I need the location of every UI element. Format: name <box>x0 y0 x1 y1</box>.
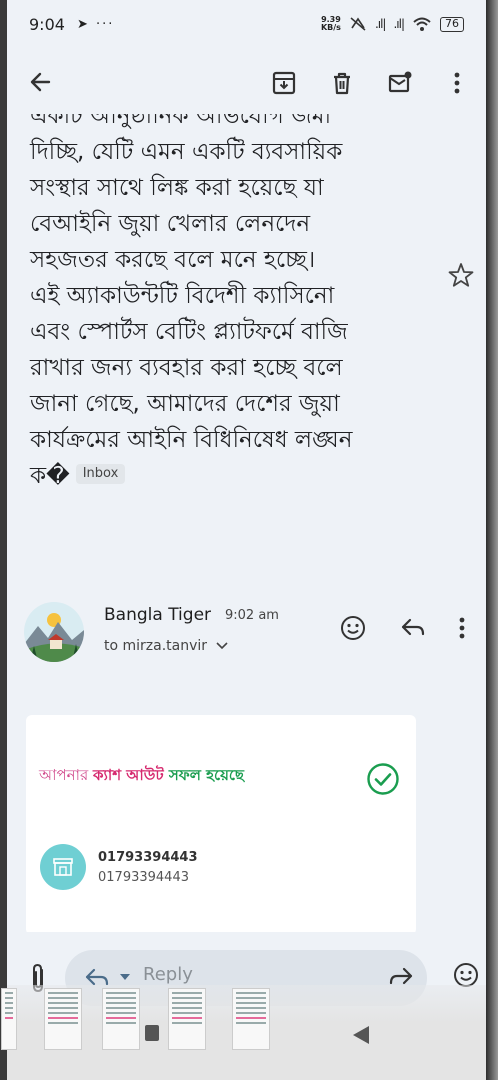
body-line: দিচ্ছি, যেটি এমন একটি ব্যবসায়িক <box>30 139 343 165</box>
arrow-left-icon[interactable] <box>27 68 55 96</box>
signal-1-icon: .ıl| <box>374 17 386 31</box>
landscape-avatar-image <box>24 602 84 662</box>
chevron-down-icon <box>215 642 228 650</box>
cashout-card: আপনার ক্যাশ আউট সফল হয়েছে 01793394443 0… <box>26 715 416 935</box>
recent-thumbnail[interactable] <box>168 988 206 1050</box>
body-line: সহজতর করছে বলে মনে হচ্ছে। <box>30 247 316 273</box>
screen-edge-right <box>486 0 498 1080</box>
title-part-3: সফল হয়েছে <box>163 766 245 784</box>
reply-placeholder: Reply <box>143 964 193 985</box>
email-toolbar <box>7 58 486 108</box>
battery-indicator: 76 <box>440 16 464 32</box>
sender-name[interactable]: Bangla Tiger <box>104 605 211 625</box>
title-part-2: ক্যাশ আউট <box>93 766 164 784</box>
inbox-label-badge[interactable]: Inbox <box>75 463 126 484</box>
back-triangle-icon[interactable] <box>351 1024 371 1046</box>
reply-icon[interactable] <box>399 615 427 641</box>
signal-2-icon: .ıl| <box>393 17 404 31</box>
cashout-title: আপনার ক্যাশ আউট সফল হয়েছে <box>39 764 244 789</box>
caret-down-icon[interactable] <box>119 972 131 982</box>
body-line: সংস্থার সাথে লিঙ্ক করা হয়েছে যা <box>30 175 324 201</box>
storefront-icon <box>53 858 73 876</box>
body-line-partial: একটি আনুষ্ঠানিক অভিযোগ জমা <box>30 114 332 129</box>
status-bar: 9:04 ➤ ··· 9.39 KB/s .ıl| .ıl| 76 <box>7 0 486 48</box>
body-line: বেআইনি জুয়া খেলার লেনদেন <box>30 211 311 237</box>
recent-thumbnail[interactable] <box>102 988 140 1050</box>
store-icon <box>40 844 86 890</box>
recent-thumbnail[interactable] <box>44 988 82 1050</box>
status-right-group: 9.39 KB/s .ıl| .ıl| 76 <box>321 16 464 32</box>
sender-time: 9:02 am <box>225 608 279 623</box>
trash-icon[interactable] <box>329 70 355 96</box>
recipient-text: to mirza.tanvir <box>104 638 208 654</box>
email-body: একটি আনুষ্ঠানিক অভিযোগ জমা দিচ্ছি, যেটি … <box>30 114 435 494</box>
body-line: রাখার জন্য ব্যবহার করা হচ্ছে বলে <box>30 355 343 381</box>
screen-edge-left <box>0 0 7 1080</box>
message-more-icon[interactable] <box>452 615 472 641</box>
account-number-secondary: 01793394443 <box>98 870 189 885</box>
recent-thumbnail[interactable] <box>232 988 270 1050</box>
volte-icon <box>350 17 366 31</box>
more-vert-icon[interactable] <box>447 70 467 96</box>
recents-button[interactable] <box>145 1025 159 1041</box>
status-time: 9:04 <box>29 14 65 34</box>
network-speed-unit: KB/s <box>320 23 341 32</box>
check-circle-icon <box>367 763 399 795</box>
body-line: এই অ্যাকাউন্টটি বিদেশী ক্যাসিনো <box>30 283 335 309</box>
body-last-line: ক� Inbox <box>30 458 435 494</box>
body-line: কার্যক্রমের আইনি বিধিনিষেধ লঙ্ঘন <box>30 427 353 453</box>
body-line: এবং স্পোর্টস বেটিং প্ল্যাটফর্মে বাজি <box>30 319 348 345</box>
body-line: জানা গেছে, আমাদের দেশের জুয়া <box>30 391 340 417</box>
system-navigation-overlay <box>1 985 486 1080</box>
title-part-1: আপনার <box>39 766 94 784</box>
wifi-icon <box>413 17 431 31</box>
status-notification-icons: ➤ ··· <box>76 16 115 32</box>
recipient-details[interactable]: to mirza.tanvir <box>104 638 228 654</box>
sender-avatar[interactable] <box>24 602 84 662</box>
mark-unread-icon[interactable] <box>387 70 413 96</box>
network-speed: 9.39 KB/s <box>321 16 341 32</box>
archive-icon[interactable] <box>271 70 297 96</box>
body-truncated-text: ক� <box>30 463 70 489</box>
account-number-primary: 01793394443 <box>98 850 198 865</box>
star-icon[interactable] <box>448 262 474 288</box>
recent-thumbnail[interactable] <box>1 988 17 1050</box>
emoji-reaction-icon[interactable] <box>340 615 366 641</box>
